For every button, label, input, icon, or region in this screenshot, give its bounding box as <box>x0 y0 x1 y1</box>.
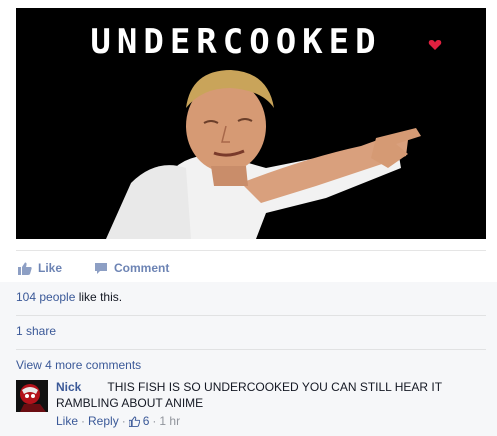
likes-summary: 104 people like this. <box>16 290 486 316</box>
meme-title-text: UNDERCOOKED <box>90 22 382 62</box>
shares-link[interactable]: 1 share <box>16 324 56 338</box>
avatar[interactable] <box>16 380 48 412</box>
comment-meta: Like · Reply · 6 · 1 hr <box>56 414 180 428</box>
comment-reply-link[interactable]: Reply <box>88 414 119 428</box>
thumbs-up-icon <box>128 416 140 427</box>
comment-author-name[interactable]: Nick <box>56 380 81 394</box>
comment-button[interactable]: Comment <box>94 261 169 275</box>
heart-icon <box>428 40 442 50</box>
comment-text: THIS FISH IS SO UNDERCOOKED YOU CAN STIL… <box>56 380 442 410</box>
view-more-comments-row: View 4 more comments <box>16 358 486 378</box>
likes-suffix: like this. <box>75 290 123 304</box>
comment-item: Nick THIS FISH IS SO UNDERCOOKED YOU CAN … <box>16 378 486 434</box>
meme-image[interactable]: UNDERCOOKED <box>16 8 486 239</box>
post-action-bar: Like Comment <box>16 250 486 282</box>
comment-body: Nick THIS FISH IS SO UNDERCOOKED YOU CAN … <box>56 379 476 411</box>
separator: · <box>152 414 157 428</box>
thumbs-up-icon <box>18 262 32 275</box>
view-more-comments-link[interactable]: View 4 more comments <box>16 358 141 372</box>
avatar-image <box>16 380 48 412</box>
likes-count-link[interactable]: 104 people <box>16 290 75 304</box>
separator: · <box>121 414 126 428</box>
comment-like-link[interactable]: Like <box>56 414 78 428</box>
facebook-post: UNDERCOOKED Like Comment 104 people like… <box>0 0 497 436</box>
feedback-section: 104 people like this. 1 share View 4 mor… <box>0 282 497 436</box>
comment-label: Comment <box>114 261 170 275</box>
like-label: Like <box>38 261 63 275</box>
separator: · <box>81 414 86 428</box>
shares-summary: 1 share <box>16 324 486 350</box>
like-button[interactable]: Like <box>18 261 62 275</box>
comment-bubble-icon <box>95 262 107 274</box>
comment-timestamp[interactable]: 1 hr <box>159 414 180 428</box>
comment-like-count[interactable]: 6 <box>143 414 150 428</box>
